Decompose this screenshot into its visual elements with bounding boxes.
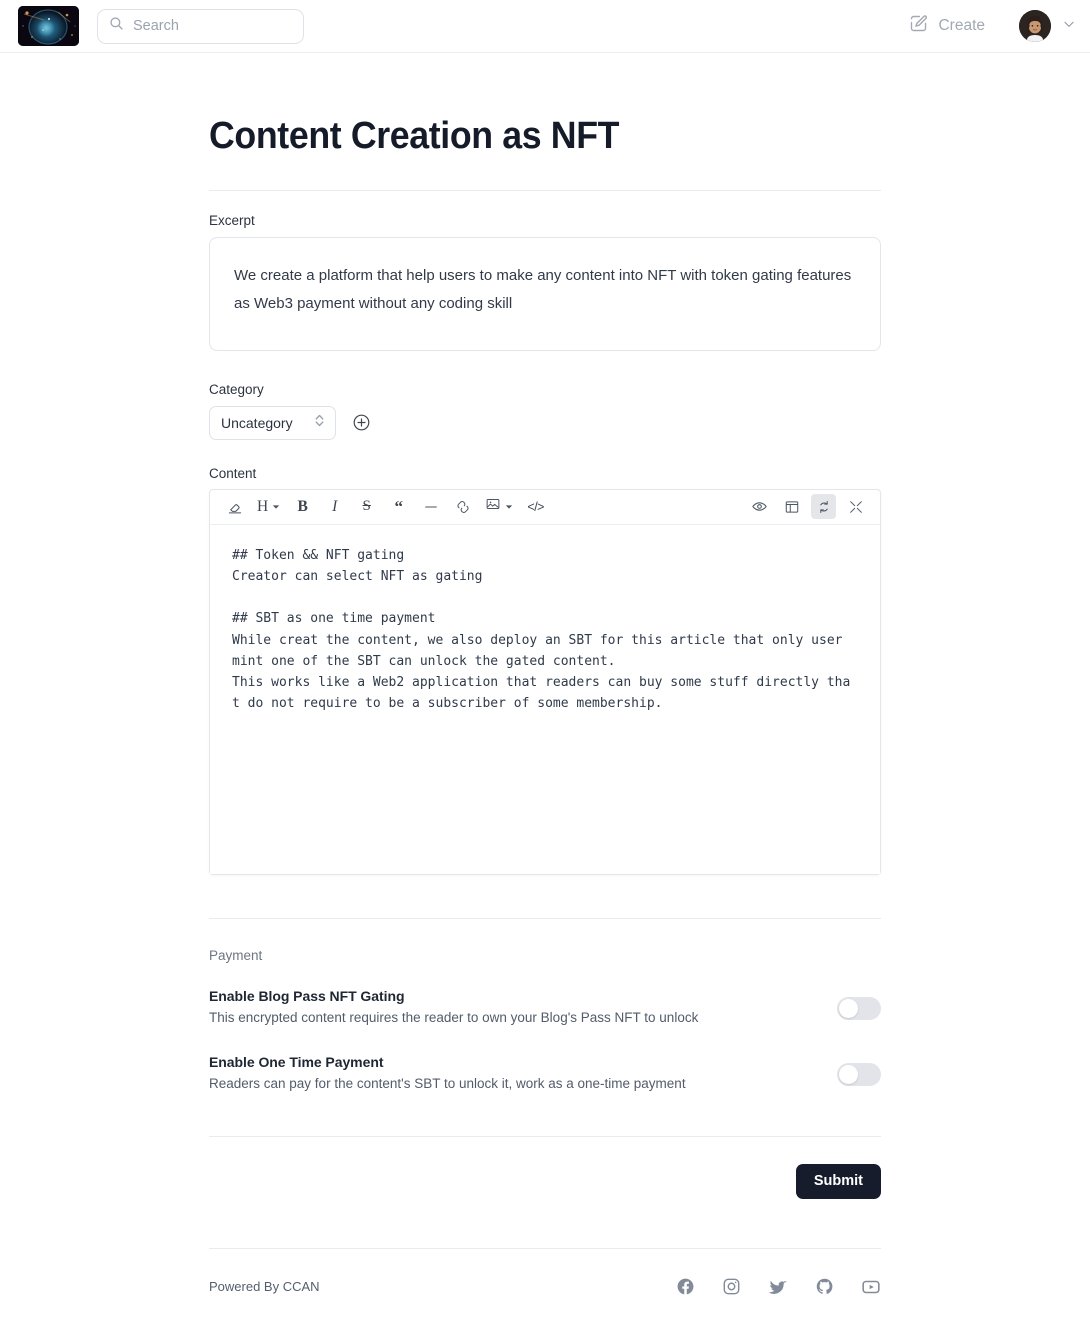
github-icon[interactable] [815, 1277, 834, 1296]
submit-button[interactable]: Submit [795, 1163, 881, 1199]
excerpt-label: Excerpt [209, 212, 255, 228]
quote-label: “ [394, 496, 403, 516]
avatar[interactable] [1019, 10, 1051, 42]
toggle-row: Enable One Time Payment Readers can pay … [209, 1054, 881, 1091]
link-button[interactable] [450, 494, 475, 519]
footer: Powered By CCAN [209, 1249, 881, 1297]
toggle-title: Enable Blog Pass NFT Gating [209, 987, 405, 1004]
youtube-icon[interactable] [861, 1277, 881, 1297]
content-label: Content [209, 465, 257, 481]
chevron-up-down-icon [313, 412, 326, 434]
quote-button[interactable]: “ [386, 494, 411, 519]
category-select[interactable]: Uncategory [209, 405, 336, 440]
payment-section-label: Payment [209, 947, 263, 963]
image-dropdown-button[interactable] [482, 494, 516, 519]
payment-divider [209, 1135, 881, 1137]
clear-format-button[interactable] [222, 494, 247, 519]
add-category-button[interactable] [352, 413, 371, 432]
toggle-knob [839, 998, 858, 1018]
main-content: Content Creation as NFT Excerpt Category… [209, 53, 881, 1297]
search-icon [109, 16, 124, 36]
title-divider [209, 189, 881, 191]
preview-toggle-button[interactable] [747, 494, 772, 519]
heading-label: H [257, 497, 269, 515]
nebula-logo-image[interactable] [18, 6, 79, 46]
caret-down-icon [505, 498, 513, 516]
social-links [676, 1277, 881, 1297]
italic-button[interactable]: I [322, 494, 347, 519]
facebook-icon[interactable] [676, 1277, 695, 1296]
instagram-icon[interactable] [722, 1277, 741, 1296]
pencil-square-icon [908, 13, 929, 39]
toggle-text-group: Enable One Time Payment Readers can pay … [209, 1054, 686, 1091]
excerpt-input[interactable] [209, 236, 881, 351]
italic-label: I [332, 497, 338, 515]
heading-dropdown-button[interactable]: H [254, 494, 283, 519]
powered-by-label: Powered By CCAN [209, 1279, 320, 1295]
toggle-text-group: Enable Blog Pass NFT Gating This encrypt… [209, 988, 698, 1025]
app-header: Create [0, 0, 1090, 53]
search-input[interactable] [133, 18, 292, 34]
one-time-payment-toggle[interactable] [837, 1062, 881, 1086]
toggle-row: Enable Blog Pass NFT Gating This encrypt… [209, 988, 881, 1025]
category-row: Uncategory [209, 405, 881, 440]
create-button[interactable]: Create [902, 8, 991, 44]
category-selected-value: Uncategory [221, 414, 293, 431]
twitter-icon[interactable] [768, 1277, 788, 1297]
content-textarea[interactable]: ## Token && NFT gating Creator can selec… [210, 524, 880, 874]
category-label: Category [209, 381, 264, 397]
fullscreen-toggle-button[interactable] [843, 494, 868, 519]
toggle-title: Enable One Time Payment [209, 1053, 384, 1070]
bold-button[interactable]: B [290, 494, 315, 519]
toggle-knob [839, 1064, 858, 1084]
chevron-down-icon[interactable] [1062, 17, 1076, 36]
toggle-description: This encrypted content requires the read… [209, 1009, 699, 1025]
split-view-toggle-button[interactable] [779, 494, 804, 519]
image-icon [485, 496, 501, 517]
caret-down-icon [272, 498, 280, 516]
nebula-logo-graphic [18, 6, 79, 46]
strikethrough-label: S [362, 498, 371, 515]
search-box[interactable] [97, 8, 304, 44]
sync-scroll-toggle-button[interactable] [811, 494, 836, 520]
horizontal-rule-button[interactable] [418, 494, 443, 519]
submit-row: Submit [209, 1163, 881, 1199]
user-avatar-image [1019, 10, 1051, 42]
content-divider [209, 917, 881, 919]
blog-pass-nft-gating-toggle[interactable] [837, 996, 881, 1020]
toggle-description: Readers can pay for the content's SBT to… [209, 1075, 686, 1091]
code-button[interactable]: </> [523, 494, 548, 519]
markdown-editor: H B I S “ </> ## Token && NFT gating Cre… [209, 488, 881, 875]
strikethrough-button[interactable]: S [354, 494, 379, 519]
editor-toolbar: H B I S “ </> [210, 490, 880, 525]
bold-label: B [297, 497, 308, 515]
page-title: Content Creation as NFT [209, 115, 620, 157]
code-label: </> [527, 499, 544, 514]
create-button-label: Create [938, 17, 985, 34]
